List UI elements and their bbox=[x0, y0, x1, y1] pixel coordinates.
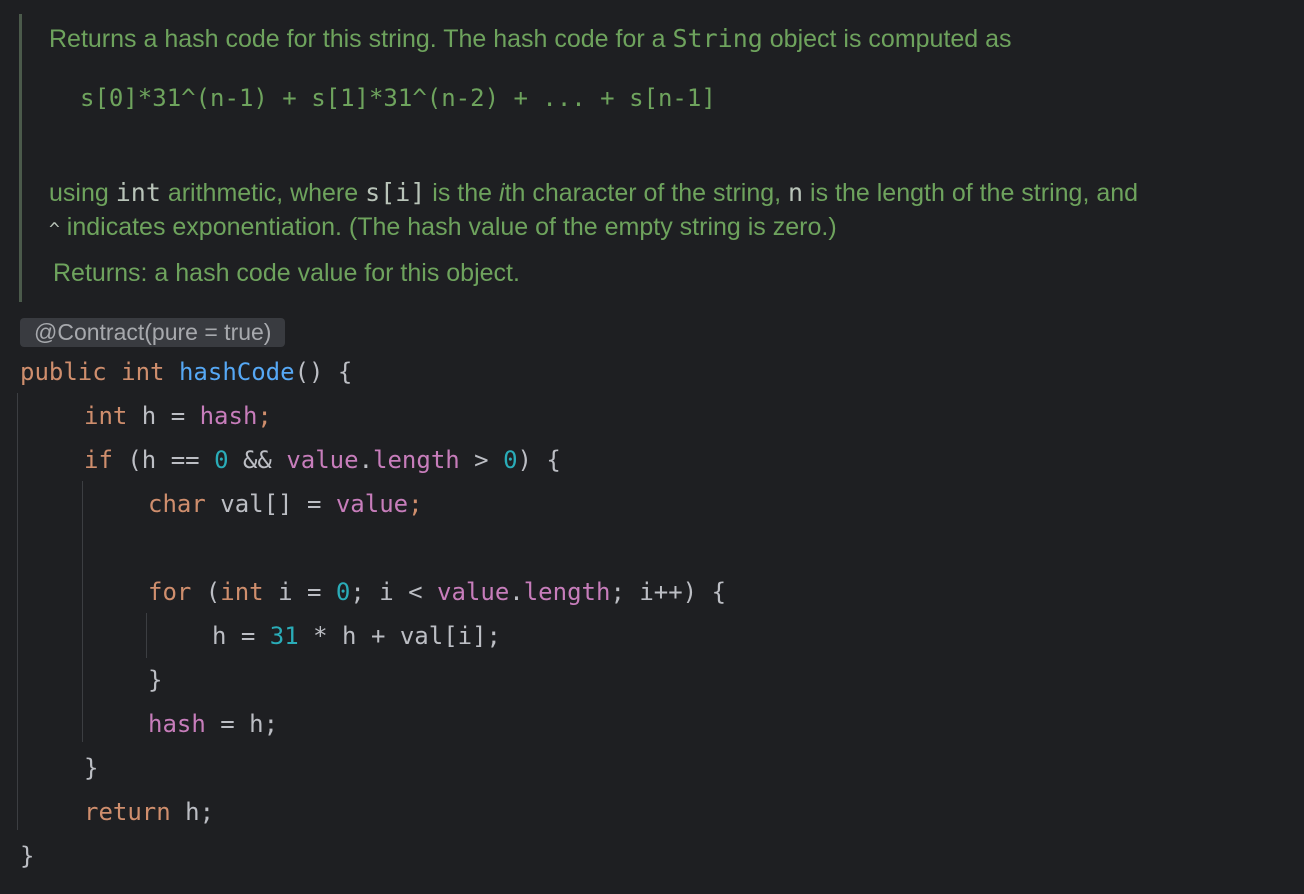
doc-code-int: int bbox=[115, 178, 161, 207]
doc-returns-text: a hash code value for this object. bbox=[147, 259, 520, 287]
code-line[interactable]: public int hashCode() { bbox=[20, 350, 352, 394]
code-text: ; i < bbox=[350, 578, 438, 606]
code-text: val[] = bbox=[205, 490, 336, 518]
code-text: ( bbox=[191, 578, 221, 606]
code-text: && bbox=[228, 446, 287, 474]
code-text: () { bbox=[294, 358, 353, 386]
doc-description-line: using int arithmetic, where s[i] is the … bbox=[49, 176, 1138, 210]
indent-guide bbox=[146, 613, 147, 658]
code-line[interactable]: for (int i = 0; i < value.length; i++) { bbox=[148, 570, 726, 614]
doc-text: object is computed as bbox=[762, 25, 1012, 53]
code-line[interactable]: if (h == 0 && value.length > 0) { bbox=[84, 438, 561, 482]
indent-guide bbox=[82, 481, 83, 742]
code-line[interactable]: } bbox=[84, 746, 98, 790]
keyword: int bbox=[121, 358, 165, 386]
number: 0 bbox=[214, 446, 229, 474]
code-text: ) { bbox=[517, 446, 561, 474]
field-ref: length bbox=[523, 578, 611, 606]
code-text: h = bbox=[127, 402, 200, 430]
field-ref: value bbox=[437, 578, 510, 606]
keyword: char bbox=[148, 490, 206, 518]
code-text: . bbox=[509, 578, 524, 606]
doc-text: indicates exponentiation. (The hash valu… bbox=[59, 213, 837, 241]
code-line[interactable]: char val[] = value; bbox=[148, 482, 423, 526]
code-line[interactable]: hash = h; bbox=[148, 702, 278, 746]
doc-code-caret: ^ bbox=[49, 219, 60, 240]
code-text: * h + val[i]; bbox=[298, 622, 501, 650]
doc-text: th character of the string, bbox=[504, 179, 789, 207]
indent-guide bbox=[17, 393, 18, 830]
field-ref: hash bbox=[199, 402, 258, 430]
doc-code-string: String bbox=[672, 24, 763, 53]
doc-description-line-2: ^ indicates exponentiation. (The hash va… bbox=[49, 210, 837, 247]
keyword: return bbox=[84, 798, 171, 826]
code-line[interactable]: } bbox=[20, 834, 34, 878]
field-ref: value bbox=[335, 490, 409, 518]
code-line[interactable]: int h = hash; bbox=[84, 394, 272, 438]
doc-returns: Returns: a hash code value for this obje… bbox=[53, 256, 520, 290]
doc-formula: s[0]*31^(n-1) + s[1]*31^(n-2) + ... + s[… bbox=[80, 84, 716, 112]
contract-annotation-inlay[interactable]: @Contract(pure = true) bbox=[20, 318, 286, 347]
doc-text: is the bbox=[425, 179, 499, 207]
field-ref: hash bbox=[148, 710, 206, 738]
code-text: = h; bbox=[205, 710, 279, 738]
code-line[interactable]: return h; bbox=[84, 790, 214, 834]
code-text: ; bbox=[257, 402, 272, 430]
method-name: hashCode bbox=[178, 358, 295, 386]
code-text: (h == bbox=[112, 446, 215, 474]
doc-returns-label: Returns: bbox=[53, 259, 148, 287]
keyword: public bbox=[20, 358, 107, 386]
keyword: int bbox=[84, 402, 128, 430]
code-text: ; bbox=[408, 490, 423, 518]
field-ref: value bbox=[286, 446, 359, 474]
doc-text: is the length of the string, and bbox=[803, 179, 1139, 207]
doc-code-n: n bbox=[788, 178, 804, 207]
code-text: i = bbox=[263, 578, 336, 606]
keyword: if bbox=[84, 446, 113, 474]
number: 0 bbox=[503, 446, 518, 474]
code-text: ; i++) { bbox=[610, 578, 727, 606]
code-text: h; bbox=[170, 798, 215, 826]
code-text: > bbox=[459, 446, 504, 474]
field-ref: length bbox=[373, 446, 460, 474]
doc-text: arithmetic, where bbox=[160, 179, 366, 207]
code-line[interactable]: } bbox=[148, 658, 162, 702]
keyword: for bbox=[148, 578, 192, 606]
code-text: h = bbox=[212, 622, 270, 650]
number: 31 bbox=[269, 622, 299, 650]
doc-summary-line: Returns a hash code for this string. The… bbox=[49, 22, 1012, 56]
keyword: int bbox=[220, 578, 264, 606]
code-text: . bbox=[358, 446, 374, 474]
code-line[interactable]: h = 31 * h + val[i]; bbox=[212, 614, 501, 658]
doc-text: using bbox=[49, 179, 116, 207]
doc-text: Returns a hash code for this string. The… bbox=[49, 25, 673, 53]
doc-code-si: s[i] bbox=[365, 178, 426, 207]
number: 0 bbox=[335, 578, 351, 606]
